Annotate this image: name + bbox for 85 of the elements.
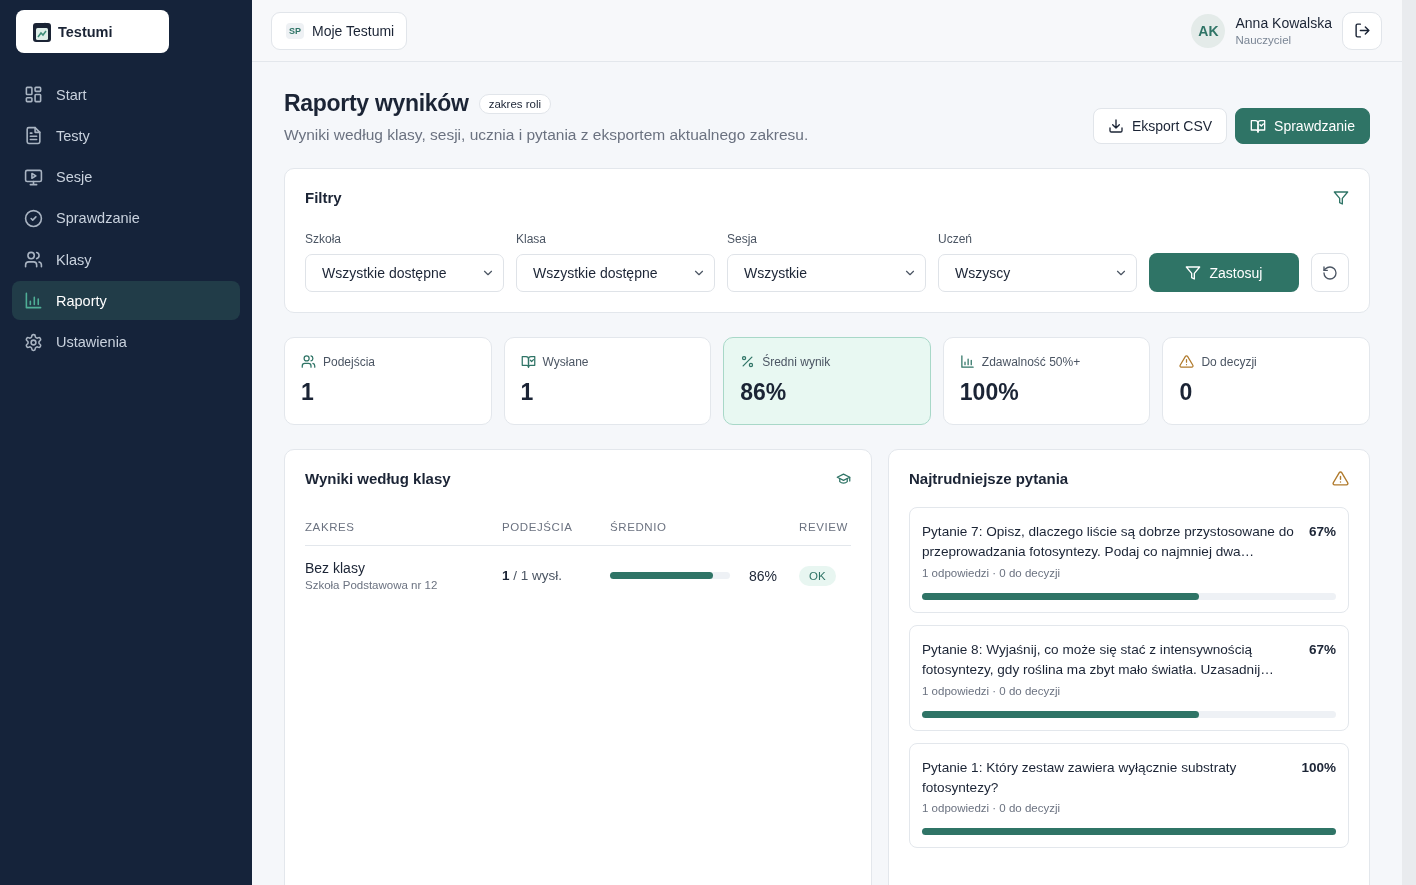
bar-chart-icon <box>24 291 43 311</box>
column-header: REVIEW <box>799 487 851 546</box>
sidebar-item[interactable]: Testy <box>12 116 240 156</box>
sidebar-item[interactable]: Sesje <box>12 157 240 197</box>
check-circle-icon <box>24 208 43 228</box>
question-text: Pytanie 1: Który zestaw zawiera wyłącznie substraty fotosyntezy? <box>922 758 1238 797</box>
sidebar-item[interactable]: Raporty <box>12 281 240 321</box>
logo-icon <box>32 20 52 43</box>
graduation-cap-icon <box>836 471 851 486</box>
reset-button[interactable] <box>1310 253 1349 292</box>
sidebar-item[interactable]: Sprawdzanie <box>12 198 240 238</box>
stat-label: Do decyzji <box>1201 354 1257 369</box>
apply-button[interactable]: Zastosuj <box>1149 253 1299 292</box>
export-button[interactable]: Eksport CSV <box>1092 108 1228 144</box>
workspace-badge: SP <box>286 22 304 39</box>
sidebar-item[interactable]: Klasy <box>12 240 240 280</box>
field-label: Sesja <box>727 232 759 246</box>
stat-label: Zdawalność 50%+ <box>981 354 1081 369</box>
stat-value: 1 <box>520 379 535 406</box>
question-score: 67% <box>1308 640 1336 657</box>
column-header: PODEJŚCIA <box>502 487 610 546</box>
stat-value: 86% <box>740 379 788 406</box>
logout-button[interactable] <box>1342 11 1382 50</box>
field-label: Klasa <box>516 232 548 246</box>
review-status: OK <box>799 566 836 586</box>
sidebar-item[interactable]: Ustawienia <box>12 322 240 362</box>
field-label: Szkoła <box>305 232 343 246</box>
book-check-icon <box>520 354 536 369</box>
user-role: Nauczyciel <box>1235 34 1293 46</box>
stat-value: 100% <box>959 379 1020 406</box>
select-field[interactable]: Wszystkie dostępne <box>516 254 715 292</box>
panel-title: Wyniki według klasy <box>305 470 451 487</box>
question-meta: 1 odpowiedzi · 0 do decyzji <box>922 684 1062 697</box>
question-score: 67% <box>1308 523 1336 539</box>
workspace-name: Moje Testumi <box>312 22 395 39</box>
column-header: ŚREDNIO <box>610 487 799 546</box>
bar-chart-icon <box>959 354 975 369</box>
book-check-icon <box>1250 118 1267 134</box>
class-name: Bez klasy <box>305 560 366 576</box>
stat-label: Podejścia <box>323 354 376 369</box>
column-header: ZAKRES <box>305 487 502 546</box>
settings-icon <box>24 332 43 352</box>
stat-label: Średni wynik <box>762 354 831 369</box>
monitor-icon <box>24 167 43 187</box>
logout-icon <box>1353 22 1371 39</box>
question-text: Pytanie 7: Opisz, dlaczego liście są dobrze przystosowane do przeprowadzania fotosyntezy. Podaj co najmniej dwa… <box>922 523 1295 562</box>
average-score: 86% <box>748 567 777 584</box>
dashboard-icon <box>24 85 43 104</box>
avatar: AK <box>1191 13 1226 48</box>
users-icon <box>24 250 43 270</box>
review-button[interactable]: Sprawdzanie <box>1235 108 1370 144</box>
select-field[interactable]: Wszystkie dostępne <box>305 254 504 292</box>
workspace-selector[interactable]: SP Moje Testumi <box>271 11 408 50</box>
question-score: 100% <box>1301 758 1336 775</box>
card-title: Filtry <box>305 189 342 206</box>
question-meta: 1 odpowiedzi · 0 do decyzji <box>922 802 1062 815</box>
download-icon <box>1107 118 1124 134</box>
stat-label: Wysłane <box>542 354 589 369</box>
document-icon <box>24 126 43 146</box>
question-card[interactable]: Pytanie 7: Opisz, dlaczego liście są dobrze przystosowane do przeprowadzania fotosyntezy. Podaj co najmniej dwa… 67% 1 odpowiedzi · 0 do decyzji <box>909 507 1349 613</box>
reset-icon <box>1321 264 1338 281</box>
question-card[interactable]: Pytanie 8: Wyjaśnij, co może się stać z intensywnością fotosyntezy, gdy roślina ma zbyt mało światła. Uzasadnij… 67% 1 odpowiedzi · 0 do decyzji <box>909 624 1349 731</box>
select-field[interactable]: Wszyscy <box>938 254 1137 292</box>
question-card[interactable]: Pytanie 1: Który zestaw zawiera wyłącznie substraty fotosyntezy? 100% 1 odpowiedzi · 0 do decyzji <box>909 742 1349 849</box>
select-field[interactable]: Wszystkie <box>727 254 926 292</box>
warning-icon <box>1179 354 1195 369</box>
filter-icon <box>1185 264 1202 281</box>
field-label: Uczeń <box>938 232 973 246</box>
page-subtitle: Wyniki według klasy, sesji, ucznia i pytania z eksportem aktualnego zakresu. <box>284 126 809 144</box>
stat-value: 1 <box>301 379 315 406</box>
sidebar-item[interactable]: Start <box>12 75 240 114</box>
question-text: Pytanie 8: Wyjaśnij, co może się stać z intensywnością fotosyntezy, gdy roślina ma zbyt mało światła. Uzasadnij… <box>922 640 1275 680</box>
attempts-count: 1 / 1 wysł. <box>502 568 563 583</box>
panel-title: Najtrudniejsze pytania <box>909 470 1069 487</box>
app-logo[interactable]: Testumi <box>16 10 169 53</box>
filter-icon <box>1333 189 1349 206</box>
stat-value: 0 <box>1179 379 1194 406</box>
percent-icon <box>740 354 756 369</box>
users-icon <box>301 354 316 369</box>
school-name: Szkoła Podstawowa nr 12 <box>305 579 439 591</box>
question-meta: 1 odpowiedzi · 0 do decyzji <box>922 566 1062 579</box>
user-name: Anna Kowalska <box>1235 15 1332 31</box>
page-title: Raporty wyników <box>284 90 469 117</box>
warning-icon <box>1332 470 1349 487</box>
scope-tag: zakres roli <box>478 93 552 114</box>
